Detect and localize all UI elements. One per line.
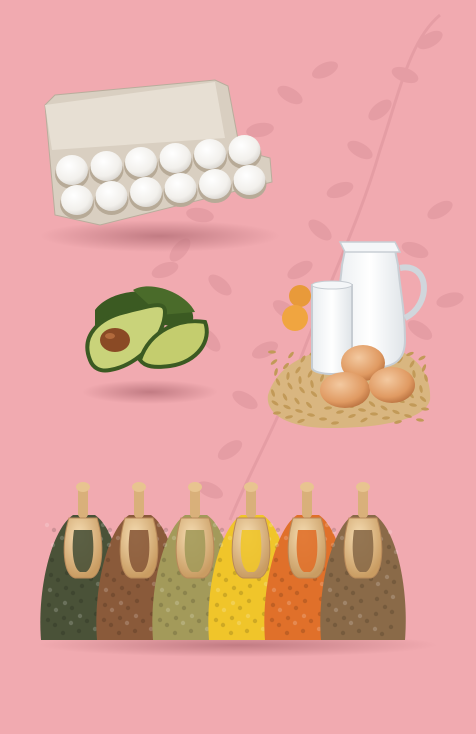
egg bbox=[233, 165, 266, 195]
wooden-scoop bbox=[343, 482, 383, 579]
egg bbox=[90, 151, 123, 181]
wooden-scoop bbox=[119, 482, 159, 579]
wooden-scoop bbox=[231, 482, 271, 579]
egg bbox=[194, 139, 226, 169]
egg bbox=[199, 169, 231, 199]
egg bbox=[95, 181, 128, 211]
egg bbox=[61, 185, 93, 215]
egg bbox=[125, 147, 157, 177]
egg bbox=[228, 135, 261, 165]
food-illustration bbox=[38, 13, 464, 657]
food-canvas bbox=[0, 0, 476, 734]
egg bbox=[56, 155, 88, 185]
lentil-scoops bbox=[38, 482, 438, 657]
egg-carton bbox=[40, 79, 280, 252]
egg bbox=[164, 173, 197, 203]
wooden-scoop bbox=[63, 482, 103, 579]
egg bbox=[159, 143, 192, 173]
wooden-scoop bbox=[287, 482, 327, 579]
avocado bbox=[82, 286, 218, 404]
egg bbox=[130, 177, 162, 207]
